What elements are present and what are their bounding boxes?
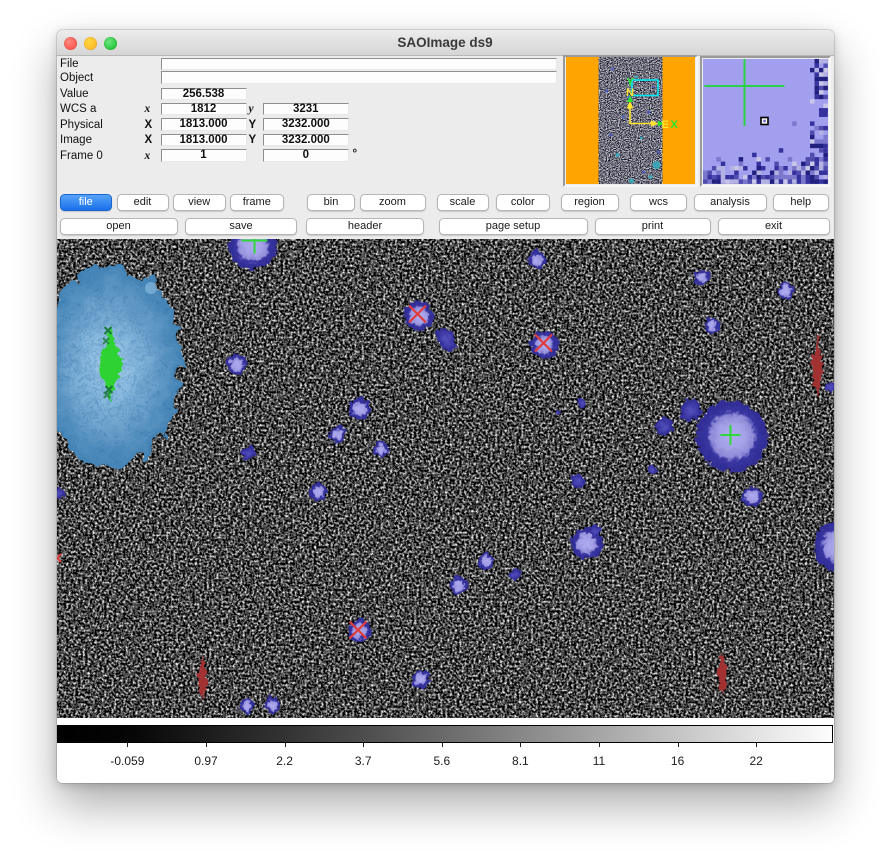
svg-text:E: E: [661, 119, 668, 131]
svg-text:X: X: [670, 119, 678, 131]
svg-text:N: N: [626, 87, 634, 99]
